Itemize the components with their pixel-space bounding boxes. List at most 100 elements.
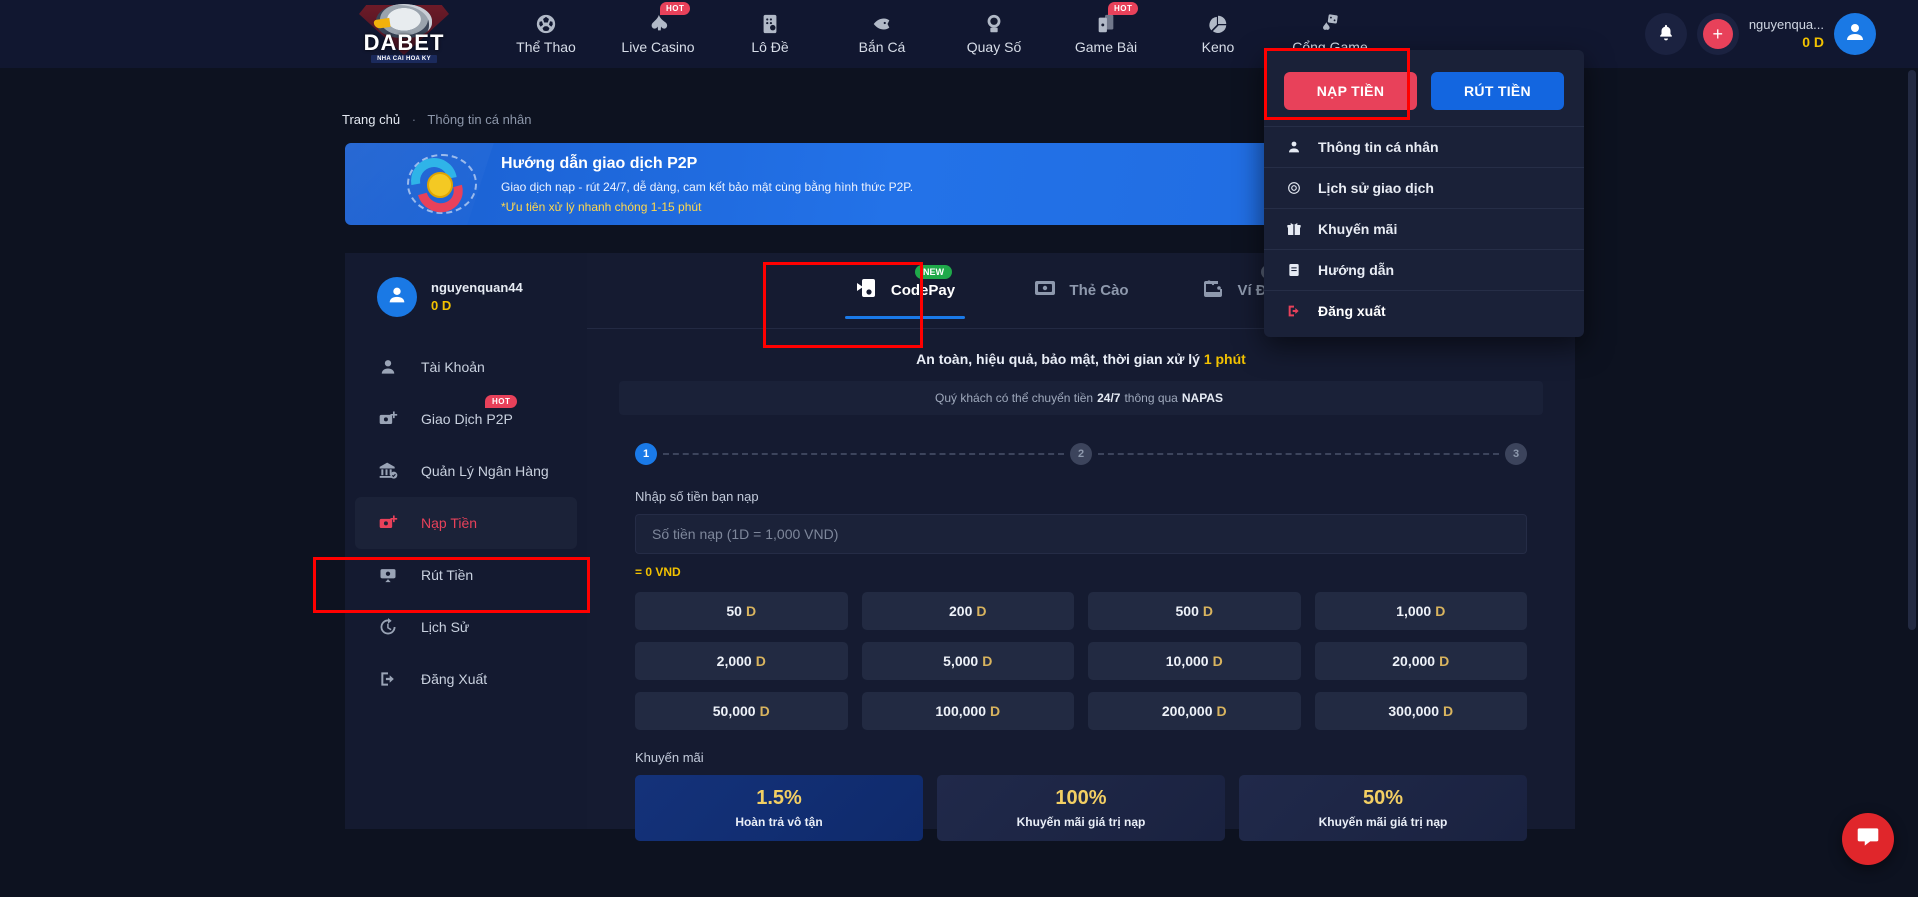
amount-field-label: Nhập số tiền bạn nạp: [635, 489, 759, 504]
napas-hours: 24/7: [1097, 391, 1121, 405]
avatar[interactable]: [377, 277, 417, 317]
quick-amount-button[interactable]: 10,000 D: [1088, 642, 1301, 680]
safety-note: An toàn, hiệu quả, bảo mật, thời gian xử…: [587, 351, 1575, 367]
quick-amount-value: 10,000: [1165, 653, 1209, 669]
promotion-caption: Hoàn trả vô tận: [735, 815, 823, 829]
chat-bubble-icon: [1855, 824, 1881, 855]
nav-item-list: Thể Thao HOT Live Casino Lô Đề Bắn Cá Qu…: [490, 0, 1386, 68]
sidebar-user-card: nguyenquan44 0 D: [345, 253, 587, 317]
history-icon: [377, 617, 399, 637]
quick-amount-button[interactable]: 20,000 D: [1314, 642, 1527, 680]
breadcrumb-home[interactable]: Trang chủ: [342, 112, 400, 127]
napas-text-mid: thông qua: [1124, 391, 1178, 405]
nav-item-the-thao[interactable]: Thể Thao: [490, 0, 602, 68]
account-balance: 0 D: [1802, 34, 1824, 51]
sidebar-item-giao-dich-p2p[interactable]: HOT Giao Dịch P2P: [355, 393, 577, 445]
quick-amount-value: 500: [1175, 603, 1199, 619]
dropdown-item-transaction-history[interactable]: Lịch sử giao dịch: [1264, 167, 1584, 208]
dropdown-item-label: Hướng dẫn: [1318, 262, 1395, 278]
quick-add-button[interactable]: +: [1696, 13, 1739, 55]
quick-amount-button[interactable]: 300,000 D: [1314, 692, 1527, 730]
money-plus-icon: [377, 409, 399, 429]
user-menu-toggle[interactable]: nguyenqua... 0 D: [1749, 13, 1876, 55]
p2p-exchange-icon: [401, 148, 479, 221]
quick-amount-button[interactable]: 50 D: [635, 592, 848, 630]
napas-note: Quý khách có thể chuyển tiền 24/7 thông …: [619, 381, 1543, 415]
codepay-icon: [855, 276, 879, 305]
sidebar-item-lich-su[interactable]: Lịch Sử: [355, 601, 577, 653]
sidebar-item-dang-xuat[interactable]: Đăng Xuất: [355, 653, 577, 705]
bank-check-icon: [377, 461, 399, 481]
quick-amount-value: 100,000: [935, 703, 986, 719]
banner-description: Giao dịch nạp - rút 24/7, dễ dàng, cam k…: [501, 179, 914, 194]
page-scrollbar[interactable]: [1908, 70, 1916, 630]
currency-unit: D: [1435, 603, 1446, 619]
tab-codepay[interactable]: NEW CodePay: [817, 253, 993, 329]
sidebar-item-label: Nạp Tiền: [421, 515, 478, 531]
tab-the-cao[interactable]: Thẻ Cào: [993, 253, 1169, 329]
history-coin-icon: [1286, 180, 1302, 196]
nav-item-game-bai[interactable]: HOT Game Bài: [1050, 0, 1162, 68]
promotion-caption: Khuyến mãi giá trị nạp: [1016, 815, 1146, 829]
promotion-card[interactable]: 50% Khuyến mãi giá trị nạp: [1239, 775, 1527, 841]
dropdown-item-promotions[interactable]: Khuyến mãi: [1264, 208, 1584, 249]
dropdown-action-buttons: NẠP TIỀN RÚT TIỀN: [1264, 62, 1584, 126]
quick-amount-value: 20,000: [1392, 653, 1436, 669]
promotion-value: 100%: [1055, 787, 1107, 809]
quick-amount-button[interactable]: 5,000 D: [861, 642, 1074, 680]
quick-amount-button[interactable]: 2,000 D: [635, 642, 848, 680]
site-logo[interactable]: DABET NHA CAI HOA KY: [340, 2, 468, 66]
dropdown-item-profile[interactable]: Thông tin cá nhân: [1264, 126, 1584, 167]
quick-amount-value: 2,000: [716, 653, 752, 669]
nav-item-lo-de[interactable]: Lô Đề: [714, 0, 826, 68]
amount-input[interactable]: Số tiền nạp (1D = 1,000 VND): [635, 514, 1527, 554]
promotion-value: 50%: [1362, 787, 1404, 809]
dropdown-item-logout[interactable]: Đăng xuất: [1264, 290, 1584, 331]
step-1-indicator[interactable]: 1: [635, 443, 657, 465]
sidebar-item-label: Giao Dịch P2P: [421, 411, 513, 427]
logout-icon: [377, 669, 399, 689]
quick-amount-button[interactable]: 50,000 D: [635, 692, 848, 730]
nav-item-label: Game Bài: [1074, 39, 1138, 55]
promotions-title: Khuyến mãi: [635, 750, 704, 765]
bell-icon: [1656, 22, 1676, 47]
tab-label: CodePay: [890, 282, 956, 299]
currency-unit: D: [1212, 653, 1223, 669]
breadcrumb-separator: ·: [411, 112, 417, 127]
currency-unit: D: [1439, 653, 1450, 669]
nav-item-quay-so[interactable]: Quay Số: [938, 0, 1050, 68]
promotion-card[interactable]: 1.5% Hoàn trả vô tận: [635, 775, 923, 841]
sidebar-item-rut-tien[interactable]: Rút Tiền: [355, 549, 577, 601]
quick-amount-button[interactable]: 1,000 D: [1314, 592, 1527, 630]
sidebar-item-quan-ly-ngan-hang[interactable]: Quản Lý Ngân Hàng: [355, 445, 577, 497]
sidebar-item-label: Rút Tiền: [421, 567, 474, 583]
nav-item-label: Quay Số: [966, 39, 1022, 55]
quick-amount-button[interactable]: 200 D: [861, 592, 1074, 630]
withdraw-button[interactable]: RÚT TIỀN: [1431, 72, 1564, 110]
currency-unit: D: [1216, 703, 1227, 719]
banner-title: Hướng dẫn giao dịch P2P: [501, 154, 698, 172]
quick-amount-button[interactable]: 200,000 D: [1088, 692, 1301, 730]
nav-item-live-casino[interactable]: HOT Live Casino: [602, 0, 714, 68]
dropdown-item-label: Đăng xuất: [1318, 303, 1386, 319]
account-area: + nguyenqua... 0 D: [1644, 0, 1876, 68]
deposit-button[interactable]: NẠP TIỀN: [1284, 72, 1417, 110]
sidebar-item-nap-tien[interactable]: Nạp Tiền: [355, 497, 577, 549]
avatar[interactable]: [1834, 13, 1876, 55]
amount-input-placeholder: Số tiền nạp (1D = 1,000 VND): [652, 526, 839, 542]
notifications-button[interactable]: [1644, 13, 1687, 55]
sidebar-balance: 0 D: [431, 298, 452, 313]
sidebar-item-tai-khoan[interactable]: Tài Khoản: [355, 341, 577, 393]
nav-item-keno[interactable]: Keno: [1162, 0, 1274, 68]
nav-item-ban-ca[interactable]: Bắn Cá: [826, 0, 938, 68]
promotion-card[interactable]: 100% Khuyến mãi giá trị nạp: [937, 775, 1225, 841]
napas-provider: NAPAS: [1181, 391, 1223, 405]
quick-amount-button[interactable]: 500 D: [1088, 592, 1301, 630]
money-down-icon: [377, 565, 399, 585]
lottery-ball-icon: [983, 13, 1005, 35]
currency-unit: D: [989, 703, 1001, 719]
quick-amount-value: 50,000: [712, 703, 756, 719]
dropdown-item-guide[interactable]: Hướng dẫn: [1264, 249, 1584, 290]
live-chat-button[interactable]: [1842, 813, 1894, 865]
quick-amount-button[interactable]: 100,000 D: [861, 692, 1074, 730]
